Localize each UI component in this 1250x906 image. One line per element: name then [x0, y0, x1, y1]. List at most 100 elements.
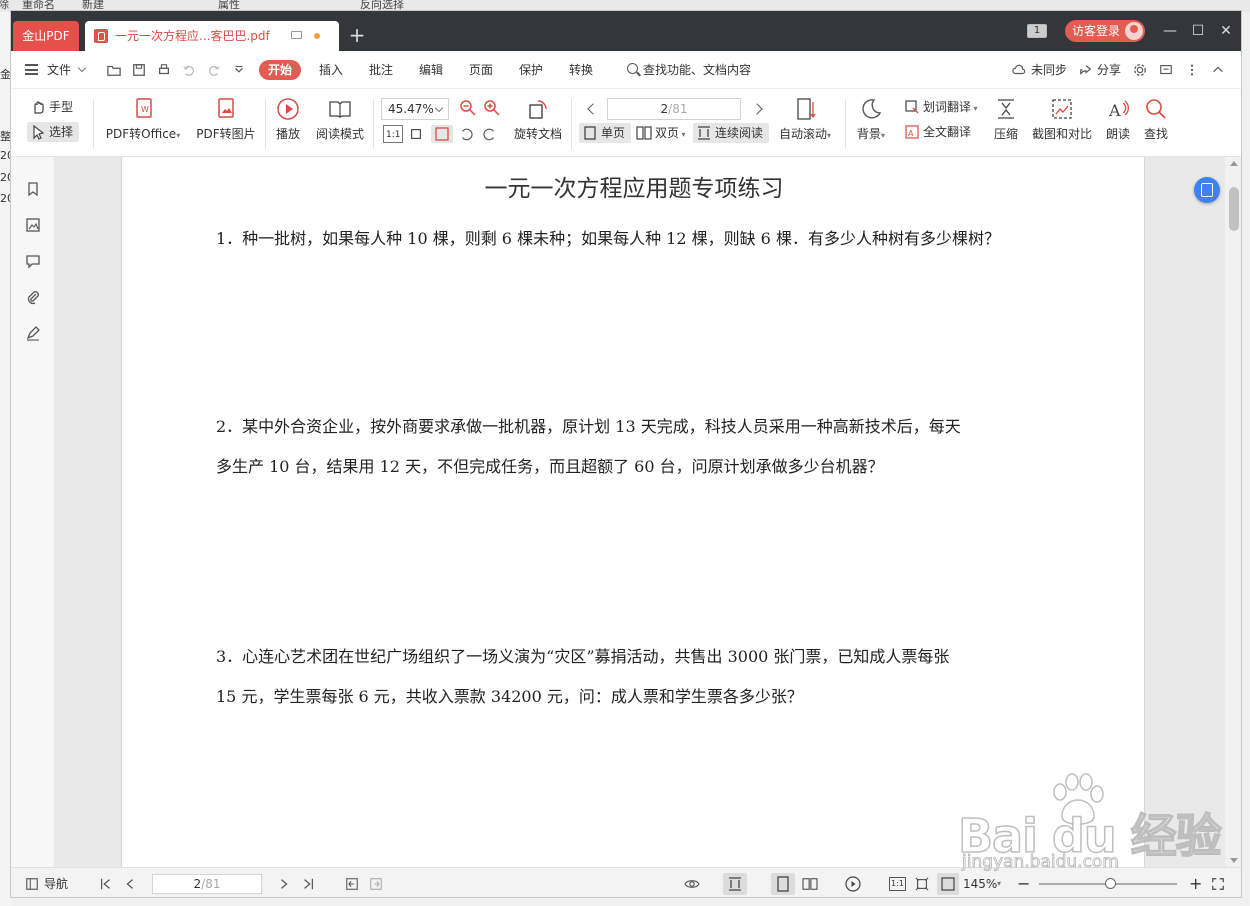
double-page-icon[interactable] [801, 877, 819, 891]
document-viewport[interactable]: 一元一次方程应用题专项练习 1．种一批树，如果每人种 10 棵，则剩 6 棵未种… [55, 157, 1241, 867]
next-page-icon[interactable] [751, 103, 763, 115]
document-tab[interactable]: 一元一次方程应...客巴巴.pdf [85, 21, 339, 51]
chevron-down-icon[interactable] [77, 63, 87, 73]
fit-width-icon[interactable] [431, 125, 453, 143]
window-count-badge[interactable]: 1 [1027, 24, 1047, 38]
auto-scroll-button[interactable]: 自动滚动▾ [775, 97, 835, 142]
rotate-document-button[interactable]: 旋转文档 [513, 97, 563, 142]
hamburger-menu-icon[interactable] [25, 64, 38, 75]
background-button[interactable]: 背景▾ [853, 97, 889, 142]
print-icon[interactable] [157, 63, 171, 77]
minimize-button[interactable]: — [1159, 21, 1181, 41]
continuous-scroll-icon[interactable] [723, 873, 747, 895]
zoom-percentage[interactable]: 145% [963, 868, 997, 897]
tab-convert[interactable]: 转换 [569, 51, 593, 89]
tab-insert[interactable]: 插入 [319, 51, 343, 89]
single-page-button[interactable]: 单页 [579, 123, 632, 143]
screenshot-compare-button[interactable]: 截图和对比 [1029, 97, 1095, 142]
find-button[interactable]: 查找 [1141, 97, 1171, 142]
rotate-right-icon[interactable] [483, 127, 497, 141]
share-icon[interactable] [1079, 63, 1093, 77]
share-button[interactable]: 分享 [1097, 51, 1121, 89]
message-icon[interactable] [1159, 63, 1173, 77]
double-page-button[interactable]: 双页 ▾ [633, 123, 686, 143]
tab-page[interactable]: 页面 [469, 51, 493, 89]
close-button[interactable]: ✕ [1215, 21, 1237, 41]
collapse-ribbon-icon[interactable] [1211, 63, 1225, 77]
open-folder-icon[interactable] [107, 63, 121, 77]
tab-edit[interactable]: 编辑 [419, 51, 443, 89]
forward-icon[interactable] [369, 877, 383, 891]
page-number-input[interactable]: 2/81 [607, 98, 741, 120]
play-icon[interactable] [845, 876, 861, 892]
compress-button[interactable]: 压缩 [989, 97, 1023, 142]
more-icon[interactable] [1185, 63, 1199, 77]
word-translate-label: 划词翻译 [923, 100, 972, 114]
scroll-up-icon[interactable] [1230, 161, 1238, 166]
status-current-page: 2 [193, 877, 202, 891]
pdf-to-image-button[interactable]: PDF转图片 [193, 97, 259, 142]
zoom-slider[interactable] [1039, 878, 1177, 889]
undo-icon[interactable] [182, 63, 196, 77]
scroll-down-icon[interactable] [1230, 858, 1238, 863]
single-page-icon[interactable] [771, 873, 795, 895]
back-icon[interactable] [345, 877, 359, 891]
tab-annotate[interactable]: 批注 [369, 51, 393, 89]
feature-search[interactable]: 查找功能、文档内容 [625, 60, 751, 80]
pdf-to-office-button[interactable]: W PDF转Office▾ [103, 97, 183, 142]
zoom-out-button[interactable]: − [1017, 868, 1030, 897]
last-page-icon[interactable] [301, 877, 315, 891]
app-home-tab[interactable]: 金山PDF [13, 21, 79, 51]
new-tab-button[interactable]: + [347, 23, 367, 47]
bookmark-icon[interactable] [25, 181, 41, 197]
actual-size-button[interactable]: 1:1 [889, 877, 906, 891]
play-button[interactable]: 播放 [271, 97, 305, 142]
zoom-in-icon[interactable] [483, 99, 501, 117]
eye-protection-icon[interactable] [683, 877, 701, 891]
navigation-panel-icon[interactable] [25, 877, 39, 891]
guest-login-button[interactable]: 访客登录 [1065, 20, 1145, 42]
fit-width-icon[interactable] [937, 873, 959, 895]
scrollbar-thumb[interactable] [1229, 187, 1239, 231]
sync-status[interactable]: 未同步 [1031, 51, 1067, 89]
fit-page-icon[interactable] [409, 127, 423, 141]
chevron-down-icon[interactable]: ▾ [997, 868, 1001, 897]
zoom-select[interactable]: 45.47% [381, 98, 449, 120]
vertical-scrollbar[interactable] [1225, 157, 1241, 867]
read-mode-button[interactable]: 阅读模式 [313, 97, 367, 142]
actual-size-button[interactable]: 1:1 [383, 125, 404, 143]
fullscreen-icon[interactable] [1211, 877, 1225, 891]
zoom-slider-knob[interactable] [1104, 878, 1116, 889]
select-tool-button[interactable]: 选择 [27, 122, 80, 142]
comment-icon[interactable] [25, 253, 41, 269]
fit-page-icon[interactable] [915, 877, 929, 891]
hand-tool-button[interactable]: 手型 [27, 97, 73, 117]
rotate-left-icon[interactable] [459, 127, 473, 141]
gear-icon[interactable] [1133, 63, 1147, 77]
floating-tool-button[interactable] [1194, 177, 1220, 203]
monitor-icon[interactable] [291, 31, 302, 39]
customize-toolbar-icon[interactable] [232, 63, 246, 77]
prev-page-icon[interactable] [587, 103, 599, 115]
zoom-out-icon[interactable] [459, 99, 477, 117]
tab-start[interactable]: 开始 [259, 60, 302, 80]
redo-icon[interactable] [207, 63, 221, 77]
navigation-label[interactable]: 导航 [44, 868, 68, 897]
thumbnail-image-icon[interactable] [25, 217, 41, 233]
prev-page-icon[interactable] [123, 877, 137, 891]
continuous-read-button[interactable]: 连续阅读 [693, 123, 770, 143]
save-icon[interactable] [132, 63, 146, 77]
zoom-in-button[interactable]: + [1189, 868, 1202, 897]
full-translate-button[interactable]: A 全文翻译 [901, 122, 971, 142]
status-page-input[interactable]: 2/81 [152, 874, 262, 894]
file-menu[interactable]: 文件 [47, 51, 71, 89]
first-page-icon[interactable] [99, 877, 113, 891]
word-translate-button[interactable]: 划词翻译 ▾ [901, 97, 978, 117]
attachment-icon[interactable] [25, 289, 41, 305]
maximize-button[interactable]: ☐ [1187, 21, 1209, 41]
signature-pen-icon[interactable] [25, 325, 41, 341]
read-aloud-button[interactable]: A 朗读 [1103, 97, 1133, 142]
cloud-sync-icon[interactable] [1011, 63, 1027, 77]
tab-protect[interactable]: 保护 [519, 51, 543, 89]
next-page-icon[interactable] [277, 877, 291, 891]
